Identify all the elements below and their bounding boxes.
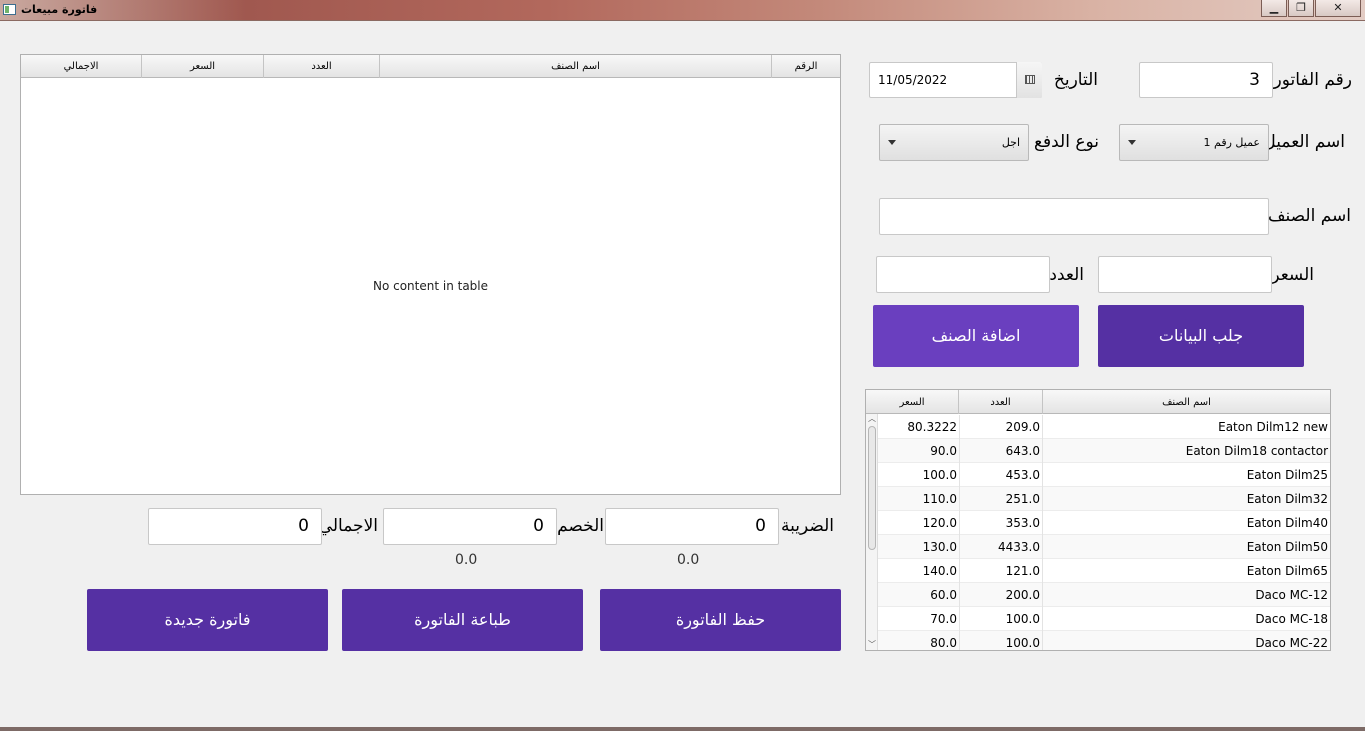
item-price-cell: 90.0 — [878, 439, 960, 463]
scroll-thumb[interactable] — [868, 426, 876, 550]
scroll-down-icon[interactable]: ﹀ — [866, 640, 878, 650]
table-row[interactable]: 110.0 251.0 Eaton Dilm32 — [878, 487, 1330, 511]
count-label: العدد — [1049, 265, 1084, 285]
payment-type-value: اجل — [1001, 136, 1020, 149]
customer-select[interactable]: عميل رقم 1 — [1119, 124, 1269, 161]
fetch-data-button[interactable]: جلب البيانات — [1098, 305, 1304, 367]
item-name-cell: Eaton Dilm18 contactor — [1185, 444, 1328, 458]
invoice-number-label: رقم الفاتورة — [1264, 70, 1352, 90]
payment-type-select[interactable]: اجل — [879, 124, 1029, 161]
header-count[interactable]: العدد — [264, 55, 380, 78]
print-invoice-button[interactable]: طباعة الفاتورة — [342, 589, 583, 651]
items-table[interactable]: السعر العدد اسم الصنف ︿ ﹀ 80.3222 209.0 Ea… — [865, 389, 1331, 651]
item-price-cell: 120.0 — [878, 511, 960, 535]
title-bar[interactable]: فاتورة مبيعات ▁ ❐ ✕ — [0, 0, 1365, 21]
items-rows: 80.3222 209.0 Eaton Dilm12 new 90.0 643.0 Eat… — [878, 415, 1330, 650]
header-price[interactable]: السعر — [142, 55, 264, 78]
table-row[interactable]: 80.0 100.0 Daco MC-22 — [878, 631, 1330, 650]
items-table-header: السعر العدد اسم الصنف — [866, 390, 1330, 414]
item-name-cell: Daco MC-22 — [1255, 636, 1328, 650]
grand-total-label: الاجمالي — [318, 516, 378, 536]
invoice-table-header: الاجمالي السعر العدد اسم الصنف الرقم — [21, 55, 840, 78]
calendar-icon — [1025, 75, 1035, 84]
item-count-cell: 453.0 — [960, 463, 1043, 487]
invoice-table[interactable]: الاجمالي السعر العدد اسم الصنف الرقم No … — [20, 54, 841, 495]
item-name-cell: Eaton Dilm50 — [1246, 540, 1328, 554]
item-count-cell: 209.0 — [960, 415, 1043, 439]
discount-label: الخصم — [557, 516, 604, 536]
item-count-cell: 100.0 — [960, 607, 1043, 631]
table-row[interactable]: 90.0 643.0 Eaton Dilm18 contactor — [878, 439, 1330, 463]
item-name-cell: Daco MC-12 — [1255, 588, 1328, 602]
tax-input[interactable]: 0 — [605, 508, 779, 545]
item-name-cell: Eaton Dilm32 — [1246, 492, 1328, 506]
discount-input[interactable]: 0 — [383, 508, 557, 545]
item-count-cell: 251.0 — [960, 487, 1043, 511]
add-item-button[interactable]: اضافة الصنف — [873, 305, 1079, 367]
item-name-cell: Eaton Dilm40 — [1246, 516, 1328, 530]
item-count-cell: 100.0 — [960, 631, 1043, 650]
table-row[interactable]: 120.0 353.0 Eaton Dilm40 — [878, 511, 1330, 535]
item-count-cell: 4433.0 — [960, 535, 1043, 559]
item-count-cell: 200.0 — [960, 583, 1043, 607]
items-header-count[interactable]: العدد — [959, 390, 1043, 414]
header-total[interactable]: الاجمالي — [21, 55, 142, 78]
item-price-cell: 80.3222 — [878, 415, 960, 439]
item-name-cell: Eaton Dilm25 — [1246, 468, 1328, 482]
table-row[interactable]: 70.0 100.0 Daco MC-18 — [878, 607, 1330, 631]
header-item-name[interactable]: اسم الصنف — [380, 55, 772, 78]
table-row[interactable]: 100.0 453.0 Eaton Dilm25 — [878, 463, 1330, 487]
item-price-cell: 130.0 — [878, 535, 960, 559]
item-name-cell: Eaton Dilm12 new — [1218, 420, 1328, 434]
chevron-down-icon — [1128, 140, 1136, 145]
item-count-cell: 353.0 — [960, 511, 1043, 535]
item-price-cell: 80.0 — [878, 631, 960, 650]
customer-select-value: عميل رقم 1 — [1203, 136, 1260, 149]
save-invoice-button[interactable]: حفظ الفاتورة — [600, 589, 841, 651]
tax-calculated-value: 0.0 — [677, 552, 700, 568]
table-row[interactable]: 80.3222 209.0 Eaton Dilm12 new — [878, 415, 1330, 439]
table-row[interactable]: 130.0 4433.0 Eaton Dilm50 — [878, 535, 1330, 559]
item-price-cell: 70.0 — [878, 607, 960, 631]
tax-label: الضريبة — [780, 516, 834, 536]
payment-type-label: نوع الدفع — [1033, 132, 1099, 152]
item-name-label: اسم الصنف — [1267, 206, 1351, 226]
item-count-cell: 643.0 — [960, 439, 1043, 463]
table-row[interactable]: 60.0 200.0 Daco MC-12 — [878, 583, 1330, 607]
items-scrollbar[interactable]: ︿ ﹀ — [866, 414, 878, 650]
app-icon — [3, 4, 16, 15]
date-label: التاريخ — [1053, 70, 1098, 90]
new-invoice-button[interactable]: فاتورة جديدة — [87, 589, 328, 651]
grand-total-field[interactable]: 0 — [148, 508, 322, 545]
table-row[interactable]: 140.0 121.0 Eaton Dilm65 — [878, 559, 1330, 583]
empty-table-message: No content in table — [372, 279, 489, 293]
discount-calculated-value: 0.0 — [455, 552, 478, 568]
price-label: السعر — [1271, 265, 1314, 285]
chevron-down-icon — [888, 140, 896, 145]
item-name-cell: Eaton Dilm65 — [1246, 564, 1328, 578]
invoice-number-field[interactable]: 3 — [1139, 62, 1273, 98]
items-header-name[interactable]: اسم الصنف — [1043, 390, 1330, 414]
item-price-cell: 100.0 — [878, 463, 960, 487]
customer-label: اسم العميل — [1263, 132, 1345, 152]
header-number[interactable]: الرقم — [772, 55, 840, 78]
item-count-cell: 121.0 — [960, 559, 1043, 583]
calendar-button[interactable] — [1016, 62, 1042, 98]
maximize-button[interactable]: ❐ — [1288, 0, 1314, 17]
minimize-button[interactable]: ▁ — [1261, 0, 1287, 17]
item-price-cell: 110.0 — [878, 487, 960, 511]
items-header-price[interactable]: السعر — [866, 390, 959, 414]
window-title: فاتورة مبيعات — [21, 3, 98, 16]
item-name-cell: Daco MC-18 — [1255, 612, 1328, 626]
item-price-cell: 60.0 — [878, 583, 960, 607]
count-input[interactable] — [876, 256, 1050, 293]
item-name-input[interactable] — [879, 198, 1269, 235]
item-price-cell: 140.0 — [878, 559, 960, 583]
taskbar-edge — [0, 727, 1365, 731]
scroll-up-icon[interactable]: ︿ — [866, 414, 878, 424]
price-input[interactable] — [1098, 256, 1272, 293]
close-button[interactable]: ✕ — [1315, 0, 1361, 17]
